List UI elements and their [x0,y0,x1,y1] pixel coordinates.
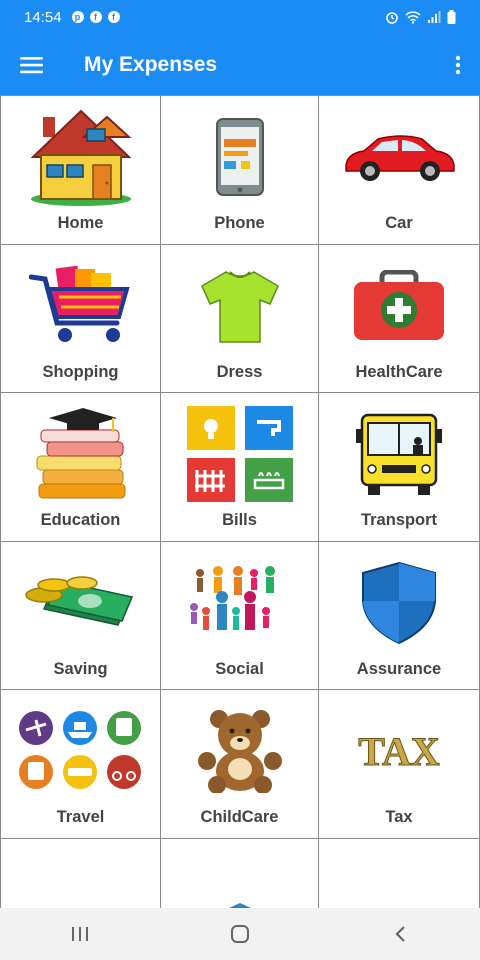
svg-text:TAX: TAX [358,729,440,773]
category-label: Saving [53,659,108,678]
home-button[interactable] [210,908,270,960]
category-label: Tax [385,808,413,826]
category-label: Car [385,214,413,232]
facebook-icon: f [107,11,120,23]
category-label: Dress [216,362,263,381]
category-label: Home [57,214,104,232]
hamburger-menu-button[interactable] [0,34,64,95]
category-pets[interactable] [319,838,480,908]
category-label: Social [215,659,264,678]
books-graduation-cap-icon [36,408,125,499]
status-bar: 14:54 p f f [0,0,480,34]
category-label: Assurance [356,659,442,678]
category-label: Travel [56,808,105,826]
first-aid-kit-icon [354,269,444,340]
shield-icon [362,561,436,644]
page-title: My Expenses [84,52,218,76]
facebook-icon: f [89,11,102,23]
system-nav-bar [0,908,480,960]
utility-bills-icon [186,406,293,502]
category-dress[interactable]: Dress [161,244,319,393]
category-education[interactable]: Education [0,393,161,542]
status-time: 14:54 [24,8,62,26]
category-bills[interactable]: Bills [161,393,319,542]
recents-icon [72,927,88,941]
hamburger-menu-icon [20,56,43,73]
category-label: Shopping [42,362,119,381]
category-transport[interactable]: Transport [319,393,480,542]
wifi-icon [405,11,421,24]
travel-modes-icon [18,711,141,789]
t-shirt-icon [200,270,279,343]
pinterest-icon: p [71,11,84,23]
alarm-icon [386,12,398,24]
category-label: Bills [222,511,257,529]
category-label: ChildCare [200,808,279,826]
category-travel[interactable]: Travel [0,690,161,839]
category-assurance[interactable]: Assurance [319,541,480,690]
signal-icon [428,11,441,23]
category-social[interactable]: Social [161,541,319,690]
category-childcare[interactable]: ChildCare [161,690,319,839]
tax-text-icon: TAX [358,729,441,773]
category-bank[interactable] [161,838,319,908]
back-chevron-icon [395,926,405,942]
category-saving[interactable]: Saving [0,541,161,690]
back-button[interactable] [370,908,430,960]
people-icon [189,565,275,630]
category-label: Phone [214,214,265,232]
category-food[interactable] [0,838,161,908]
status-right [385,10,456,24]
overflow-menu-button[interactable] [436,34,480,95]
status-left: 14:54 p f f [24,9,120,26]
money-coins-icon [24,575,133,626]
category-phone[interactable]: Phone [161,96,319,245]
overflow-menu-icon [455,55,461,74]
teddy-bear-icon [197,710,282,793]
category-shopping[interactable]: Shopping [0,244,161,393]
category-home[interactable]: Home [0,96,161,245]
bus-icon [356,413,442,495]
car-icon [345,135,455,181]
category-grid: Home Phone Car Shopping Dress HealthCare… [0,95,480,908]
recents-button[interactable] [50,908,110,960]
battery-icon [447,10,456,24]
app-bar: My Expenses [0,34,480,95]
category-healthcare[interactable]: HealthCare [319,244,480,393]
category-label: Education [40,511,121,529]
house-icon [30,109,132,206]
category-car[interactable]: Car [319,96,480,245]
category-label: Transport [360,511,438,529]
home-circle-icon [231,925,249,943]
bank-building-icon [227,902,252,908]
category-tax[interactable]: TAX Tax [319,690,480,839]
category-label: HealthCare [355,362,443,381]
smartphone-icon [215,118,264,196]
shopping-cart-icon [28,265,130,342]
